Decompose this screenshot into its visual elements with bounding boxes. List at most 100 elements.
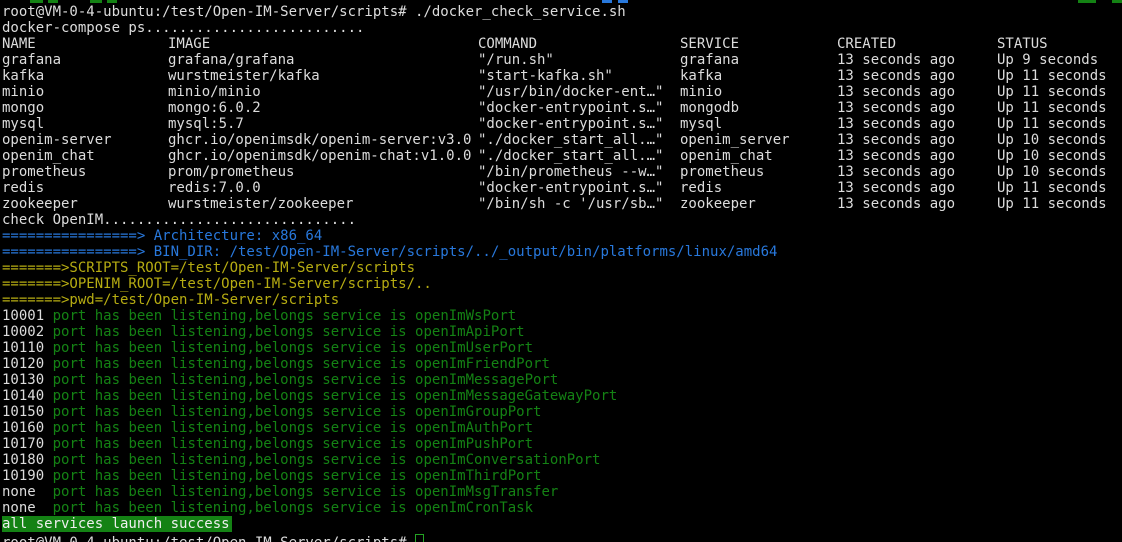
port-number: 10190 xyxy=(2,468,44,484)
cell-command: "./docker_start_all.…" xyxy=(478,132,680,148)
cell-created: 13 seconds ago xyxy=(837,52,997,68)
scripts-root-line: =======>SCRIPTS_ROOT=/test/Open-IM-Serve… xyxy=(2,260,1122,276)
service-name: openImApiPort xyxy=(415,324,525,340)
openim-root-line: =======>OPENIM_ROOT=/test/Open-IM-Server… xyxy=(2,276,1122,292)
cell-status: Up 10 seconds xyxy=(997,164,1122,180)
cell-image: minio/minio xyxy=(168,84,478,100)
col-header-service: SERVICE xyxy=(680,36,837,52)
port-status-line: none port has been listening,belongs ser… xyxy=(2,500,1122,516)
scrollback-artifact xyxy=(30,0,43,3)
port-status-line: 10002 port has been listening,belongs se… xyxy=(2,324,1122,340)
port-number: 10150 xyxy=(2,404,44,420)
cell-status: Up 11 seconds xyxy=(997,84,1122,100)
port-message: port has been listening,belongs service … xyxy=(44,436,415,452)
cell-name: mongo xyxy=(2,100,168,116)
cell-created: 13 seconds ago xyxy=(837,132,997,148)
cell-name: mysql xyxy=(2,116,168,132)
cell-image: redis:7.0.0 xyxy=(168,180,478,196)
cell-command: "./docker_start_all.…" xyxy=(478,148,680,164)
table-row: prometheus prom/prometheus "/bin/prometh… xyxy=(2,164,1122,180)
table-row: kafka wurstmeister/kafka "start-kafka.sh… xyxy=(2,68,1122,84)
terminal-output: root@VM-0-4-ubuntu:/test/Open-IM-Server/… xyxy=(2,4,1122,542)
cell-status: Up 11 seconds xyxy=(997,100,1122,116)
cell-command: "/bin/sh -c '/usr/sb…" xyxy=(478,196,680,212)
table-row: openim-server ghcr.io/openimsdk/openim-s… xyxy=(2,132,1122,148)
service-name: openImCronTask xyxy=(415,500,533,516)
cell-command: "docker-entrypoint.s…" xyxy=(478,116,680,132)
cell-command: "/usr/bin/docker-ent…" xyxy=(478,84,680,100)
port-number: none xyxy=(2,484,44,500)
service-name: openImMessagePort xyxy=(415,372,558,388)
scrollback-artifact xyxy=(602,0,612,3)
col-header-image: IMAGE xyxy=(168,36,478,52)
cell-created: 13 seconds ago xyxy=(837,148,997,164)
cell-name: openim-server xyxy=(2,132,168,148)
cell-created: 13 seconds ago xyxy=(837,196,997,212)
cell-image: mysql:5.7 xyxy=(168,116,478,132)
cell-service: openim_server xyxy=(680,132,837,148)
cell-image: wurstmeister/zookeeper xyxy=(168,196,478,212)
success-line: all services launch success xyxy=(2,516,1122,532)
cell-image: prom/prometheus xyxy=(168,164,478,180)
table-row: redis redis:7.0.0 "docker-entrypoint.s…"… xyxy=(2,180,1122,196)
cell-status: Up 11 seconds xyxy=(997,180,1122,196)
cell-name: redis xyxy=(2,180,168,196)
col-header-created: CREATED xyxy=(837,36,997,52)
cell-service: redis xyxy=(680,180,837,196)
port-number: 10001 xyxy=(2,308,44,324)
cell-name: kafka xyxy=(2,68,168,84)
cell-status: Up 9 seconds xyxy=(997,52,1122,68)
service-name: openImGroupPort xyxy=(415,404,541,420)
port-status-line: none port has been listening,belongs ser… xyxy=(2,484,1122,500)
cell-created: 13 seconds ago xyxy=(837,84,997,100)
service-name: openImAuthPort xyxy=(415,420,533,436)
port-status-line: 10170 port has been listening,belongs se… xyxy=(2,436,1122,452)
port-message: port has been listening,belongs service … xyxy=(44,388,415,404)
terminal-cursor[interactable] xyxy=(415,534,424,542)
scrollback-artifact xyxy=(1112,0,1122,3)
service-name: openImFriendPort xyxy=(415,356,550,372)
port-number: 10110 xyxy=(2,340,44,356)
table-row: mysql mysql:5.7 "docker-entrypoint.s…" m… xyxy=(2,116,1122,132)
port-status-line: 10160 port has been listening,belongs se… xyxy=(2,420,1122,436)
bin-dir-line: ================> BIN_DIR: /test/Open-IM… xyxy=(2,244,1122,260)
table-row: mongo mongo:6.0.2 "docker-entrypoint.s…"… xyxy=(2,100,1122,116)
port-status-line: 10110 port has been listening,belongs se… xyxy=(2,340,1122,356)
service-name: openImWsPort xyxy=(415,308,516,324)
cell-service: minio xyxy=(680,84,837,100)
cell-created: 13 seconds ago xyxy=(837,68,997,84)
port-status-line: 10130 port has been listening,belongs se… xyxy=(2,372,1122,388)
service-name: openImUserPort xyxy=(415,340,533,356)
cell-command: "docker-entrypoint.s…" xyxy=(478,180,680,196)
final-prompt-line: root@VM-0-4-ubuntu:/test/Open-IM-Server/… xyxy=(2,532,1122,542)
table-header-row: NAME IMAGE COMMAND SERVICE CREATED STATU… xyxy=(2,36,1122,52)
shell-prompt: root@VM-0-4-ubuntu:/test/Open-IM-Server/… xyxy=(2,535,407,542)
cell-created: 13 seconds ago xyxy=(837,164,997,180)
cell-image: mongo:6.0.2 xyxy=(168,100,478,116)
port-status-line: 10001 port has been listening,belongs se… xyxy=(2,308,1122,324)
cell-name: minio xyxy=(2,84,168,100)
cell-service: zookeeper xyxy=(680,196,837,212)
port-message: port has been listening,belongs service … xyxy=(44,452,415,468)
cell-created: 13 seconds ago xyxy=(837,116,997,132)
cell-image: ghcr.io/openimsdk/openim-chat:v1.0.0 xyxy=(168,148,478,164)
cell-status: Up 11 seconds xyxy=(997,196,1122,212)
port-message: port has been listening,belongs service … xyxy=(44,484,415,500)
cell-service: mysql xyxy=(680,116,837,132)
port-number: 10140 xyxy=(2,388,44,404)
port-message: port has been listening,belongs service … xyxy=(44,356,415,372)
scrollback-artifact xyxy=(107,0,117,3)
service-name: openImThirdPort xyxy=(415,468,541,484)
cell-service: mongodb xyxy=(680,100,837,116)
cell-image: wurstmeister/kafka xyxy=(168,68,478,84)
col-header-command: COMMAND xyxy=(478,36,680,52)
success-message: all services launch success xyxy=(2,516,232,532)
table-row: grafana grafana/grafana "/run.sh" grafan… xyxy=(2,52,1122,68)
port-number: 10002 xyxy=(2,324,44,340)
port-message: port has been listening,belongs service … xyxy=(44,420,415,436)
terminal-window[interactable]: root@VM-0-4-ubuntu:/test/Open-IM-Server/… xyxy=(0,0,1122,542)
cell-image: ghcr.io/openimsdk/openim-server:v3.0 xyxy=(168,132,478,148)
scrollback-artifact xyxy=(48,0,58,3)
port-status-line: 10120 port has been listening,belongs se… xyxy=(2,356,1122,372)
cell-status: Up 10 seconds xyxy=(997,132,1122,148)
